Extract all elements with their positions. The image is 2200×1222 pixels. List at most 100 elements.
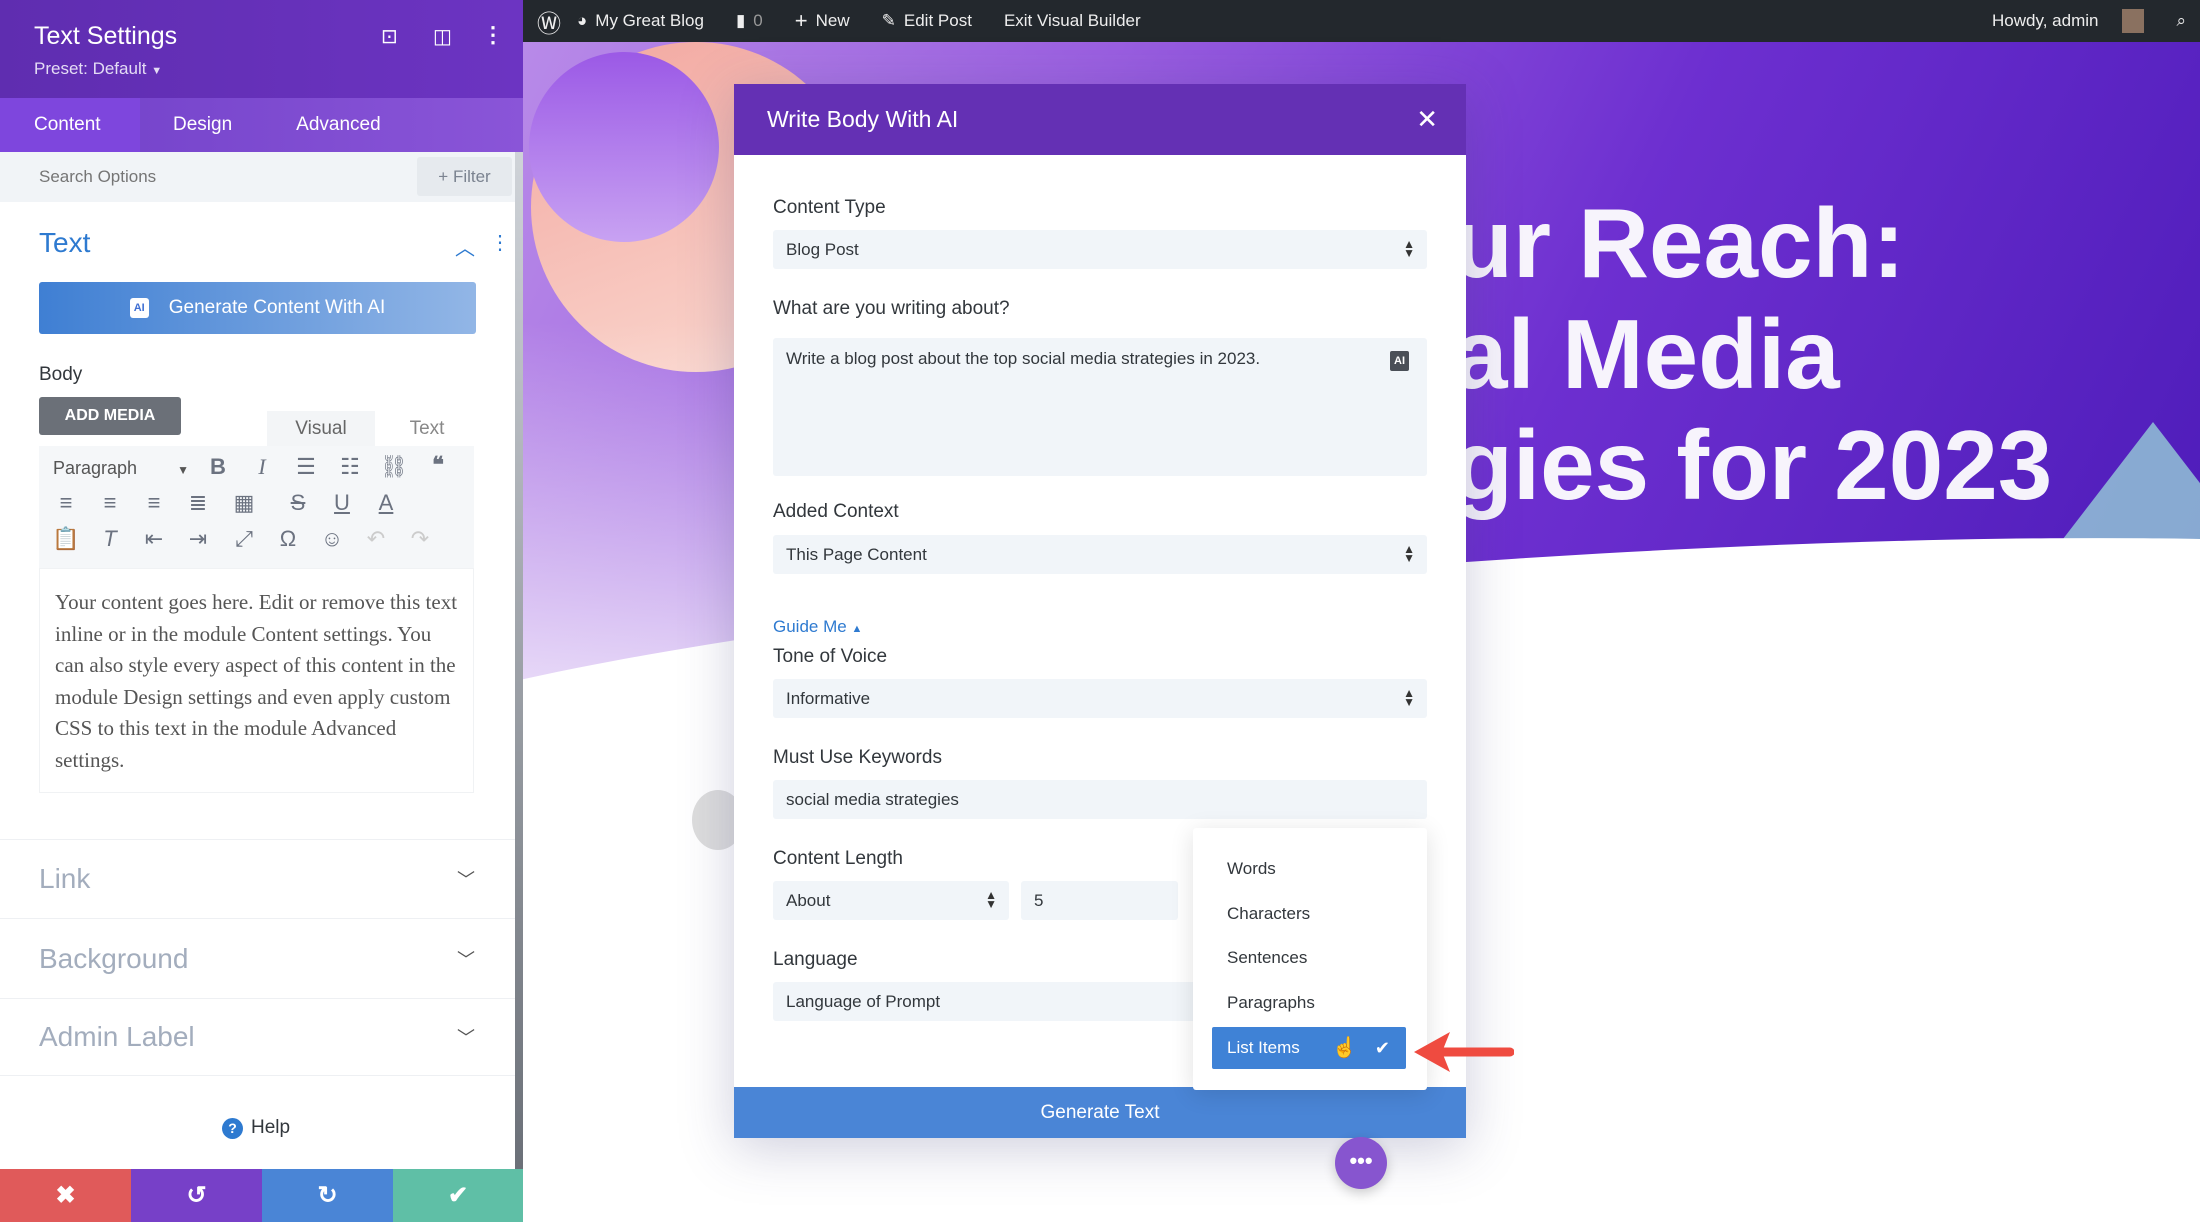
section-admin-label[interactable]: Admin Label ﹀ — [0, 998, 515, 1076]
new-link[interactable]: + New — [795, 8, 866, 34]
language-label: Language — [773, 949, 858, 970]
filter-button[interactable]: + Filter — [417, 157, 512, 196]
more-options-icon[interactable]: ⋮ — [482, 22, 504, 48]
search-input[interactable] — [0, 152, 410, 202]
bullet-list-icon[interactable]: ☰ — [291, 454, 321, 480]
option-words[interactable]: Words — [1227, 859, 1276, 879]
layout-icon[interactable]: ◫ — [433, 24, 452, 49]
keywords-input[interactable]: social media strategies — [773, 780, 1427, 819]
numbered-list-icon[interactable]: ☷ — [335, 454, 365, 480]
tone-select[interactable]: Informative ▲ ▼ — [773, 679, 1427, 718]
ai-icon: AI — [129, 298, 149, 318]
panel-title: Text Settings — [34, 22, 178, 50]
section-link[interactable]: Link ﹀ — [0, 839, 515, 918]
select-value: About — [786, 891, 831, 910]
paste-text-icon[interactable]: 📋 — [51, 526, 81, 552]
section-background[interactable]: Background ﹀ — [0, 918, 515, 998]
panel-header: Text Settings Preset: Default ▼ ⊡ ◫ ⋮ — [0, 0, 523, 98]
bold-icon[interactable]: B — [203, 454, 233, 480]
undo-icon[interactable]: ↶ — [361, 526, 391, 552]
length-number-input[interactable]: 5 — [1021, 881, 1178, 920]
updown-arrows-icon: ▲ ▼ — [1403, 237, 1415, 260]
editor-tab-text[interactable]: Text — [380, 411, 474, 446]
search-icon[interactable]: ⌕ — [2176, 11, 2186, 31]
greeting: Howdy, admin — [1992, 11, 2099, 30]
help-link[interactable]: ? Help — [222, 1117, 290, 1139]
editor-tab-visual[interactable]: Visual — [267, 411, 375, 446]
special-char-icon[interactable]: Ω — [273, 526, 303, 552]
keywords-label: Must Use Keywords — [773, 747, 942, 768]
add-media-button[interactable]: ADD MEDIA — [39, 397, 181, 435]
clear-format-icon[interactable]: T — [95, 526, 125, 552]
wordpress-logo-icon[interactable]: Ⓦ — [537, 4, 561, 39]
length-qualifier-select[interactable]: About ▲ ▼ — [773, 881, 1009, 920]
preset-selector[interactable]: Preset: Default ▼ — [34, 59, 162, 79]
caret-down-icon: ▼ — [151, 65, 163, 77]
comment-icon: ▮ — [735, 11, 746, 30]
discard-button[interactable]: ✖ — [0, 1169, 131, 1222]
section-menu-icon[interactable]: ⋮ — [490, 230, 510, 255]
link-icon[interactable]: ⛓ — [379, 454, 409, 480]
format-select[interactable]: Paragraph ▼ — [53, 458, 189, 479]
quote-icon[interactable]: ❝ — [423, 452, 453, 478]
guide-me-toggle[interactable]: Guide Me ▲ — [773, 617, 862, 637]
caret-up-icon: ▲ — [851, 623, 863, 635]
option-paragraphs[interactable]: Paragraphs — [1227, 993, 1315, 1013]
option-list-items[interactable]: List Items ☝ ✔ — [1212, 1027, 1406, 1069]
redo-button[interactable]: ↻ — [262, 1169, 393, 1222]
exit-builder-link[interactable]: Exit Visual Builder — [1004, 11, 1141, 31]
option-sentences[interactable]: Sentences — [1227, 948, 1307, 968]
tab-design[interactable]: Design — [140, 98, 266, 152]
underline-icon[interactable]: U — [327, 490, 357, 516]
option-characters[interactable]: Characters — [1227, 904, 1310, 924]
save-button[interactable]: ✔ — [393, 1169, 523, 1222]
fullscreen-icon[interactable]: ⤢ — [229, 526, 259, 552]
chevron-up-icon[interactable]: ︿ — [455, 232, 475, 261]
content-type-label: Content Type — [773, 197, 886, 218]
more-actions-button[interactable]: ••• — [1335, 1137, 1387, 1189]
updown-arrows-icon: ▲ ▼ — [1403, 542, 1415, 565]
redo-icon: ↻ — [317, 1182, 338, 1209]
emoji-icon[interactable]: ☺ — [317, 526, 347, 552]
comments-count: 0 — [753, 11, 763, 30]
tab-advanced[interactable]: Advanced — [266, 98, 415, 152]
site-name: My Great Blog — [595, 11, 704, 30]
focus-icon[interactable]: ⊡ — [381, 24, 398, 49]
outdent-icon[interactable]: ⇤ — [139, 526, 169, 552]
chevron-down-icon: ﹀ — [457, 949, 475, 970]
align-center-icon[interactable]: ≡ — [95, 490, 125, 516]
text-color-icon[interactable]: A — [371, 490, 401, 516]
align-right-icon[interactable]: ≡ — [139, 490, 169, 516]
justify-icon[interactable]: ≣ — [183, 490, 213, 516]
content-length-label: Content Length — [773, 848, 903, 869]
topic-textarea[interactable]: Write a blog post about the top social m… — [773, 338, 1427, 476]
table-icon[interactable]: ▦ — [229, 490, 259, 516]
align-left-icon[interactable]: ≡ — [51, 490, 81, 516]
site-name-link[interactable]: ◕ My Great Blog — [577, 11, 720, 31]
comments-link[interactable]: ▮ 0 — [736, 11, 779, 31]
select-value: This Page Content — [786, 545, 927, 564]
tab-content[interactable]: Content — [0, 98, 140, 152]
wp-admin-bar: Ⓦ ◕ My Great Blog ▮ 0 + New ✎ Edit Post Exit… — [523, 0, 2200, 42]
redo-icon[interactable]: ↷ — [405, 526, 435, 552]
panel-scrollbar[interactable] — [515, 152, 523, 1169]
section-title-text[interactable]: Text — [39, 227, 90, 259]
added-context-select[interactable]: This Page Content ▲ ▼ — [773, 535, 1427, 574]
editor-toolbar: Paragraph ▼ B I ☰ ☷ ⛓ ❝ ≡ ≡ ≡ ≣ ▦ S U A 📋… — [39, 446, 474, 568]
undo-icon: ↺ — [186, 1182, 207, 1209]
content-type-select[interactable]: Blog Post ▲ ▼ — [773, 230, 1427, 269]
check-icon: ✔ — [1374, 1038, 1390, 1058]
caret-down-icon: ▼ — [177, 463, 189, 477]
ai-icon[interactable]: AI — [1390, 351, 1409, 371]
indent-icon[interactable]: ⇥ — [183, 526, 213, 552]
account-menu[interactable]: Howdy, admin — [1992, 9, 2160, 33]
check-icon: ✔ — [447, 1182, 469, 1209]
strikethrough-icon[interactable]: S — [283, 490, 313, 516]
generate-text-button[interactable]: Generate Text — [734, 1087, 1466, 1138]
italic-icon[interactable]: I — [247, 454, 277, 480]
generate-content-ai-button[interactable]: AI Generate Content With AI — [39, 282, 476, 334]
close-icon[interactable]: ✕ — [1416, 84, 1438, 155]
body-editor[interactable]: Your content goes here. Edit or remove t… — [39, 568, 474, 793]
edit-post-link[interactable]: ✎ Edit Post — [882, 11, 988, 31]
undo-button[interactable]: ↺ — [131, 1169, 262, 1222]
